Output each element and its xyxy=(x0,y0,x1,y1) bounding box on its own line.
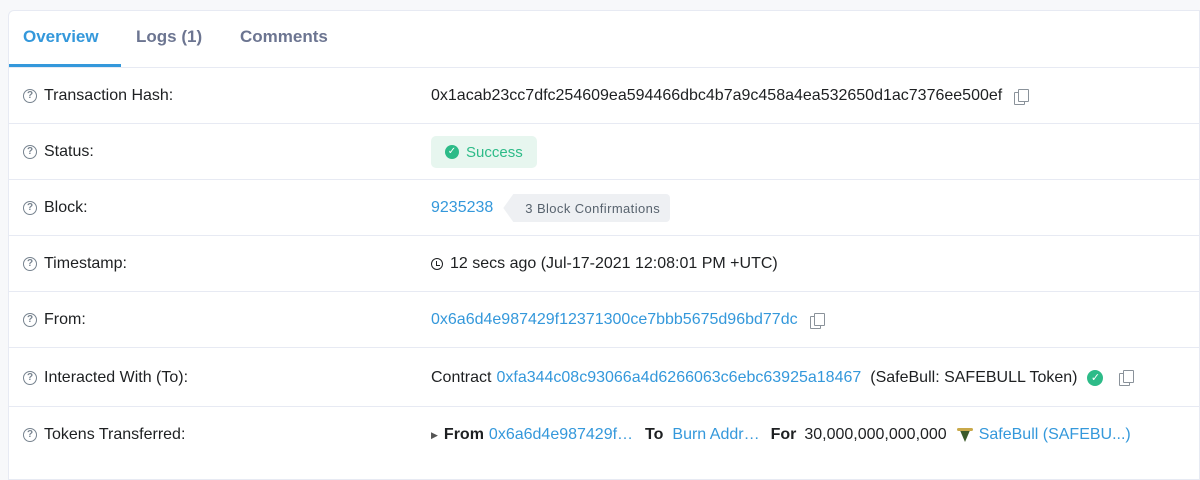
transfer-for-label: For xyxy=(770,426,797,443)
transfer-to-label: To xyxy=(645,426,664,443)
row-from: ? From: 0x6a6d4e987429f12371300ce7bbb567… xyxy=(9,292,1199,348)
copy-icon[interactable] xyxy=(1119,370,1135,386)
caret-right-icon[interactable]: ▶ xyxy=(431,430,438,441)
row-block: ? Block: 9235238 3 Block Confirmations xyxy=(9,180,1199,236)
token-logo-icon xyxy=(956,427,973,443)
tab-comments[interactable]: Comments xyxy=(240,27,328,47)
row-transaction-hash: ? Transaction Hash: 0x1acab23cc7dfc25460… xyxy=(9,68,1199,124)
question-circle-icon[interactable]: ? xyxy=(23,257,37,271)
check-circle-icon: ✓ xyxy=(1087,369,1104,386)
row-status: ? Status: ✓ Success xyxy=(9,124,1199,180)
transfer-from-link[interactable]: 0x6a6d4e987429f… xyxy=(489,426,633,444)
clock-icon xyxy=(431,258,443,270)
row-timestamp: ? Timestamp: 12 secs ago (Jul-17-2021 12… xyxy=(9,236,1199,292)
row-value: ✓ Success xyxy=(431,124,537,180)
row-label: ? Tokens Transferred: xyxy=(23,407,185,463)
active-tab-indicator xyxy=(9,64,121,67)
check-circle-icon: ✓ xyxy=(445,145,459,159)
question-circle-icon[interactable]: ? xyxy=(23,428,37,442)
tokens-transferred-label: Tokens Transferred: xyxy=(44,426,186,443)
row-value: 0x6a6d4e987429f12371300ce7bbb5675d96bd77… xyxy=(431,292,825,348)
question-circle-icon[interactable]: ? xyxy=(23,313,37,327)
row-value: Contract 0xfa344c08c93066a4d6266063c6ebc… xyxy=(431,348,1135,407)
transaction-hash-label: Transaction Hash: xyxy=(44,87,174,104)
row-interacted-with: ? Interacted With (To): Contract 0xfa344… xyxy=(9,348,1199,407)
status-badge: ✓ Success xyxy=(431,136,537,168)
tab-overview[interactable]: Overview xyxy=(23,27,99,47)
token-link[interactable]: SafeBull (SAFEBU...) xyxy=(979,426,1131,444)
row-value: 9235238 3 Block Confirmations xyxy=(431,180,671,236)
block-label: Block: xyxy=(44,199,88,216)
question-circle-icon[interactable]: ? xyxy=(23,201,37,215)
question-circle-icon[interactable]: ? xyxy=(23,89,37,103)
contract-name: (SafeBull: SAFEBULL Token) xyxy=(870,368,1078,386)
row-label: ? Status: xyxy=(23,124,94,180)
row-tokens-transferred: ? Tokens Transferred: ▶ From 0x6a6d4e987… xyxy=(9,407,1199,463)
transaction-card: Overview Logs (1) Comments ? Transaction… xyxy=(8,10,1200,480)
transfer-amount: 30,000,000,000,000 xyxy=(804,426,947,443)
row-label: ? Transaction Hash: xyxy=(23,68,173,124)
contract-prefix: Contract xyxy=(431,368,492,386)
row-value: ▶ From 0x6a6d4e987429f… To Burn Addr… Fo… xyxy=(431,407,1131,463)
row-label: ? Block: xyxy=(23,180,88,236)
row-label: ? Interacted With (To): xyxy=(23,348,188,407)
row-label: ? From: xyxy=(23,292,86,348)
block-number-link[interactable]: 9235238 xyxy=(431,199,493,217)
timestamp-label: Timestamp: xyxy=(44,255,127,272)
copy-icon[interactable] xyxy=(809,312,825,329)
copy-icon[interactable] xyxy=(1014,88,1030,105)
question-circle-icon[interactable]: ? xyxy=(23,145,37,159)
contract-address-link[interactable]: 0xfa344c08c93066a4d6266063c6ebc63925a184… xyxy=(496,369,861,387)
row-value: 0x1acab23cc7dfc254609ea594466dbc4b7a9c45… xyxy=(431,68,1030,124)
from-label: From: xyxy=(44,311,86,328)
tab-bar: Overview Logs (1) Comments xyxy=(9,11,1199,68)
interacted-with-label: Interacted With (To): xyxy=(44,368,189,386)
status-label: Status: xyxy=(44,143,94,160)
question-circle-icon[interactable]: ? xyxy=(23,370,37,385)
transfer-from-label: From xyxy=(443,426,484,443)
block-confirmations-badge: 3 Block Confirmations xyxy=(503,194,671,222)
status-value: Success xyxy=(466,143,523,161)
row-value: 12 secs ago (Jul-17-2021 12:08:01 PM +UT… xyxy=(431,236,778,292)
timestamp-value: 12 secs ago (Jul-17-2021 12:08:01 PM +UT… xyxy=(450,255,778,272)
row-label: ? Timestamp: xyxy=(23,236,127,292)
from-address-link[interactable]: 0x6a6d4e987429f12371300ce7bbb5675d96bd77… xyxy=(431,311,798,329)
transfer-to-link[interactable]: Burn Addr… xyxy=(672,426,759,444)
tab-logs[interactable]: Logs (1) xyxy=(136,27,202,47)
transaction-hash-value: 0x1acab23cc7dfc254609ea594466dbc4b7a9c45… xyxy=(431,87,1003,104)
